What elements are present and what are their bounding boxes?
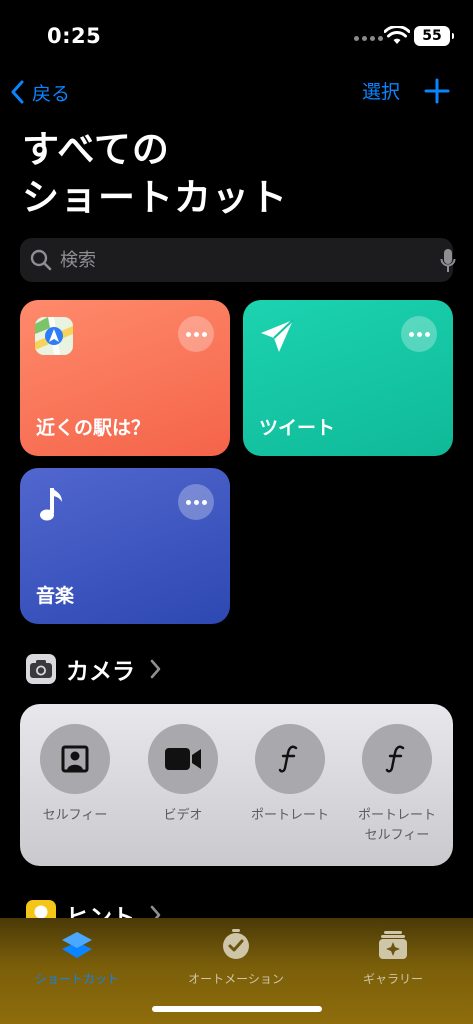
- more-options-button[interactable]: [401, 316, 437, 352]
- portrait-frame-icon: [61, 745, 89, 773]
- back-button[interactable]: 戻る: [10, 78, 70, 106]
- maps-app-icon: [35, 317, 73, 355]
- section-header-camera[interactable]: カメラ: [26, 652, 161, 686]
- camera-action-label: ポートレート セルフィー: [357, 808, 436, 843]
- camera-action-label: ポートレート: [250, 808, 329, 823]
- select-button[interactable]: 選択: [362, 78, 400, 106]
- camera-widget: セルフィー ビデオ ポートレート ポートレート セルフィー: [20, 704, 453, 866]
- wifi-icon: [384, 26, 410, 44]
- tab-shortcuts[interactable]: ショートカット: [2, 928, 152, 987]
- stacked-layers-icon: [62, 932, 92, 958]
- more-options-button[interactable]: [178, 316, 214, 352]
- paper-plane-icon: [261, 319, 294, 352]
- more-options-button[interactable]: [178, 484, 214, 520]
- search-bar[interactable]: [20, 238, 456, 282]
- gallery-stack-icon: [379, 931, 407, 959]
- shortcut-tile-station[interactable]: 近くの駅は？: [20, 300, 230, 456]
- tab-label: オートメーション: [188, 972, 284, 986]
- camera-app-icon: [26, 654, 56, 684]
- shortcut-tile-tweet[interactable]: ツイート: [243, 300, 453, 456]
- shortcut-label: ツイート: [259, 417, 336, 439]
- status-bar: 0:25 55: [0, 0, 473, 70]
- search-icon: [30, 249, 52, 271]
- f-stop-icon: [385, 745, 405, 773]
- tab-label: ショートカット: [34, 972, 119, 986]
- shortcut-tile-music[interactable]: 音楽: [20, 468, 230, 624]
- home-indicator: [152, 1006, 322, 1012]
- chevron-left-icon: [11, 80, 24, 104]
- back-label: 戻る: [32, 82, 71, 105]
- cellular-signal-icon: [354, 36, 383, 41]
- music-note-icon: [40, 488, 62, 521]
- camera-action-label: セルフィー: [42, 808, 108, 823]
- camera-action-selfie[interactable]: セルフィー: [20, 724, 130, 826]
- tab-automation[interactable]: オートメーション: [161, 928, 311, 987]
- camera-action-video[interactable]: ビデオ: [128, 724, 238, 826]
- tab-label: ギャラリー: [362, 972, 423, 986]
- section-title: カメラ: [66, 659, 135, 685]
- search-input[interactable]: [60, 246, 420, 274]
- f-stop-icon: [278, 745, 298, 773]
- video-camera-icon: [165, 748, 201, 770]
- camera-action-portrait[interactable]: ポートレート: [235, 724, 345, 826]
- camera-action-portrait-selfie[interactable]: ポートレート セルフィー: [342, 724, 452, 846]
- battery-icon: 55: [414, 26, 454, 46]
- page-title: すべての ショートカット: [22, 126, 462, 222]
- page-title-line1: すべての: [22, 128, 170, 171]
- clock-check-icon: [223, 929, 249, 959]
- add-shortcut-button[interactable]: [422, 76, 452, 106]
- chevron-right-icon: [150, 659, 161, 679]
- shortcut-label: 音楽: [36, 585, 75, 607]
- status-time: 0:25: [47, 24, 102, 48]
- camera-action-label: ビデオ: [163, 808, 203, 823]
- page-title-line2: ショートカット: [22, 176, 288, 219]
- microphone-icon[interactable]: [440, 248, 456, 274]
- tab-gallery[interactable]: ギャラリー: [318, 928, 468, 987]
- shortcut-label: 近くの駅は？: [36, 417, 151, 439]
